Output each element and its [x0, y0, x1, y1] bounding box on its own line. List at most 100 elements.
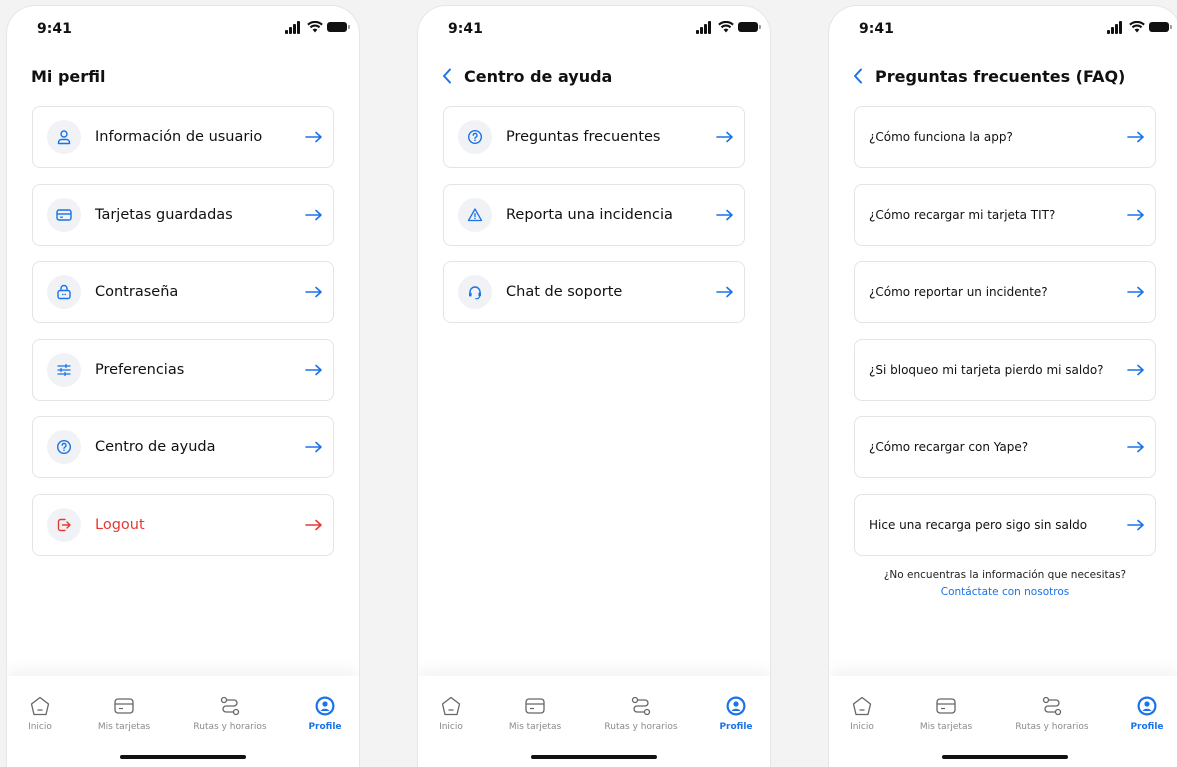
tab-mis-tarjetas[interactable]: Mis tarjetas [84, 694, 164, 732]
signal-bar-icon [297, 21, 300, 34]
status-time: 9:41 [859, 21, 894, 37]
menu-item-user-info[interactable]: Información de usuario [32, 106, 334, 168]
arrow-right-icon [303, 441, 325, 453]
home-indicator [942, 755, 1068, 759]
tab-label: Inicio [850, 722, 874, 732]
tab-rutas-y-horarios[interactable]: Rutas y horarios [190, 694, 270, 732]
faq-question: ¿Si bloqueo mi tarjeta pierdo mi saldo? [869, 362, 1104, 377]
profile-menu-list: Información de usuario Tarjetas guardada… [32, 106, 334, 571]
tab-inicio[interactable]: Inicio [418, 694, 491, 732]
arrow-right-icon [714, 131, 736, 143]
faq-item[interactable]: Hice una recarga pero sigo sin saldo [854, 493, 1156, 556]
tab-rutas-y-horarios[interactable]: Rutas y horarios [1012, 694, 1092, 732]
tab-label: Mis tarjetas [508, 722, 562, 732]
bottom-tab-bar: Inicio Mis tarjetas Rutas y horarios Pro… [7, 676, 359, 767]
status-bar: 9:41 [829, 6, 1177, 50]
status-bar: 9:41 [418, 6, 770, 50]
faq-item[interactable]: ¿Cómo recargar con Yape? [854, 416, 1156, 478]
tab-profile[interactable]: Profile [1107, 694, 1177, 732]
faq-item[interactable]: ¿Cómo recargar mi tarjeta TIT? [854, 183, 1156, 246]
tab-inicio[interactable]: Inicio [829, 694, 902, 732]
menu-item-support-chat[interactable]: Chat de soporte [443, 261, 745, 323]
faq-question: ¿Cómo reportar un incidente? [869, 285, 1048, 299]
home-indicator [120, 755, 246, 759]
menu-item-password[interactable]: Contraseña [32, 261, 334, 323]
header: Mi perfil [31, 64, 343, 88]
tab-profile[interactable]: Profile [696, 694, 770, 732]
card-icon [906, 694, 986, 718]
contact-link[interactable]: Contáctate con nosotros [829, 586, 1177, 598]
menu-item-label: Información de usuario [95, 129, 263, 145]
menu-item-label: Preguntas frecuentes [506, 129, 661, 145]
tab-mis-tarjetas[interactable]: Mis tarjetas [906, 694, 986, 732]
menu-item-help-center[interactable]: Centro de ayuda [32, 416, 334, 478]
faq-question: ¿Cómo recargar con Yape? [869, 440, 1029, 454]
tab-label: Rutas y horarios [1015, 722, 1089, 732]
route-icon [601, 694, 681, 718]
wifi-icon [718, 21, 734, 33]
help-menu-list: Preguntas frecuentes Reporta una inciden… [443, 106, 745, 339]
tab-label: Rutas y horarios [193, 722, 267, 732]
faq-question: ¿Cómo recargar mi tarjeta TIT? [869, 207, 1056, 222]
header: Centro de ayuda [442, 64, 754, 88]
help-icon [47, 430, 81, 464]
signal-icon [696, 30, 699, 34]
arrow-right-icon [303, 131, 325, 143]
screen-centro-de-ayuda: 9:41 Centro de ayuda Preguntas frecuente… [418, 6, 770, 767]
faq-item[interactable]: ¿Cómo reportar un incidente? [854, 261, 1156, 323]
arrow-right-icon [714, 286, 736, 298]
tab-mis-tarjetas[interactable]: Mis tarjetas [495, 694, 575, 732]
menu-item-logout[interactable]: Logout [32, 493, 334, 556]
home-indicator [531, 755, 657, 759]
faq-question: Hice una recarga pero sigo sin saldo [869, 517, 1088, 532]
home-icon [829, 694, 902, 718]
user-icon [47, 120, 81, 154]
arrow-right-icon [303, 519, 325, 531]
signal-bar-icon [700, 27, 703, 34]
faq-question: ¿Cómo funciona la app? [869, 130, 1013, 144]
bottom-tab-bar: Inicio Mis tarjetas Rutas y horarios Pro… [829, 676, 1177, 767]
arrow-right-icon [1125, 364, 1147, 376]
faq-item[interactable]: ¿Cómo funciona la app? [854, 106, 1156, 168]
card-icon [495, 694, 575, 718]
arrow-right-icon [303, 209, 325, 221]
bottom-tab-bar: Inicio Mis tarjetas Rutas y horarios Pro… [418, 676, 770, 767]
tab-label: Profile [308, 722, 342, 732]
arrow-right-icon [714, 209, 736, 221]
menu-item-faq[interactable]: Preguntas frecuentes [443, 106, 745, 168]
menu-item-report-incident[interactable]: Reporta una incidencia [443, 183, 745, 246]
faq-list: ¿Cómo funciona la app? ¿Cómo recargar mi… [854, 106, 1156, 571]
arrow-right-icon [1125, 441, 1147, 453]
back-chevron-icon[interactable] [442, 66, 454, 86]
signal-icon [1107, 30, 1110, 34]
arrow-right-icon [1125, 209, 1147, 221]
signal-bar-icon [289, 27, 292, 34]
tab-label: Inicio [439, 722, 463, 732]
status-bar: 9:41 [7, 6, 359, 50]
status-icons [285, 20, 350, 34]
warning-icon [458, 197, 492, 232]
profile-icon [285, 694, 359, 718]
menu-item-label: Reporta una incidencia [506, 206, 673, 223]
status-time: 9:41 [448, 21, 483, 37]
menu-item-label: Tarjetas guardadas [95, 206, 233, 223]
help-prompt-text: ¿No encuentras la información que necesi… [883, 569, 1127, 581]
status-icons [696, 20, 761, 34]
tab-label: Mis tarjetas [97, 722, 151, 732]
tab-label: Mis tarjetas [919, 722, 973, 732]
faq-item[interactable]: ¿Si bloqueo mi tarjeta pierdo mi saldo? [854, 338, 1156, 401]
tab-inicio[interactable]: Inicio [7, 694, 80, 732]
screen-mi-perfil: 9:41 Mi perfil Información de usuario Ta… [7, 6, 359, 767]
status-time: 9:41 [37, 21, 72, 37]
back-chevron-icon[interactable] [853, 66, 865, 86]
menu-item-label: Logout [95, 516, 145, 533]
tab-rutas-y-horarios[interactable]: Rutas y horarios [601, 694, 681, 732]
menu-item-saved-cards[interactable]: Tarjetas guardadas [32, 183, 334, 246]
page-title: Centro de ayuda [464, 66, 613, 86]
status-icons [1107, 20, 1172, 34]
tab-profile[interactable]: Profile [285, 694, 359, 732]
page-title: Preguntas frecuentes (FAQ) [875, 66, 1126, 86]
menu-item-preferences[interactable]: Preferencias [32, 338, 334, 401]
route-icon [190, 694, 270, 718]
menu-item-label: Preferencias [95, 361, 185, 378]
